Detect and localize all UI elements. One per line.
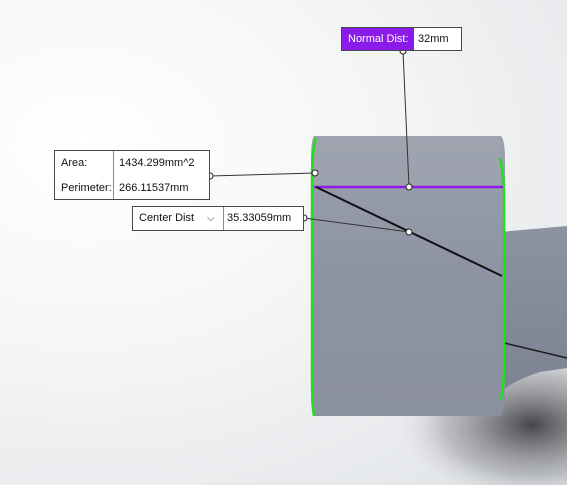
distance-mode-label: Center Dist <box>139 212 195 224</box>
area-label: Area: <box>61 157 88 169</box>
area-perimeter-callout[interactable]: Area: 1434.299mm^2 Perimeter: 266.11537m… <box>54 150 210 200</box>
normal-leader-end-handle[interactable] <box>405 183 413 191</box>
chevron-down-icon[interactable]: ⌵ <box>207 207 215 230</box>
perimeter-row: Perimeter: 266.11537mm <box>55 176 209 201</box>
area-leader-end-handle[interactable] <box>311 169 319 177</box>
center-dist-callout[interactable]: Center Dist ⌵ 35.33059mm <box>132 206 304 231</box>
model-viewport[interactable] <box>0 0 567 485</box>
area-leader-line <box>209 172 316 177</box>
normal-dist-label: Normal Dist: <box>342 28 414 50</box>
distance-mode-dropdown[interactable]: Center Dist ⌵ <box>133 207 224 230</box>
shaft-body[interactable] <box>500 226 567 392</box>
normal-dist-value: 32mm <box>418 33 449 45</box>
perimeter-value: 266.11537mm <box>119 182 189 194</box>
center-leader-end-handle[interactable] <box>405 228 413 236</box>
normal-dist-callout[interactable]: Normal Dist: 32mm <box>341 27 462 51</box>
center-dist-value: 35.33059mm <box>227 212 292 224</box>
perimeter-label: Perimeter: <box>61 182 112 194</box>
area-value: 1434.299mm^2 <box>119 157 195 169</box>
area-row: Area: 1434.299mm^2 <box>55 151 209 176</box>
